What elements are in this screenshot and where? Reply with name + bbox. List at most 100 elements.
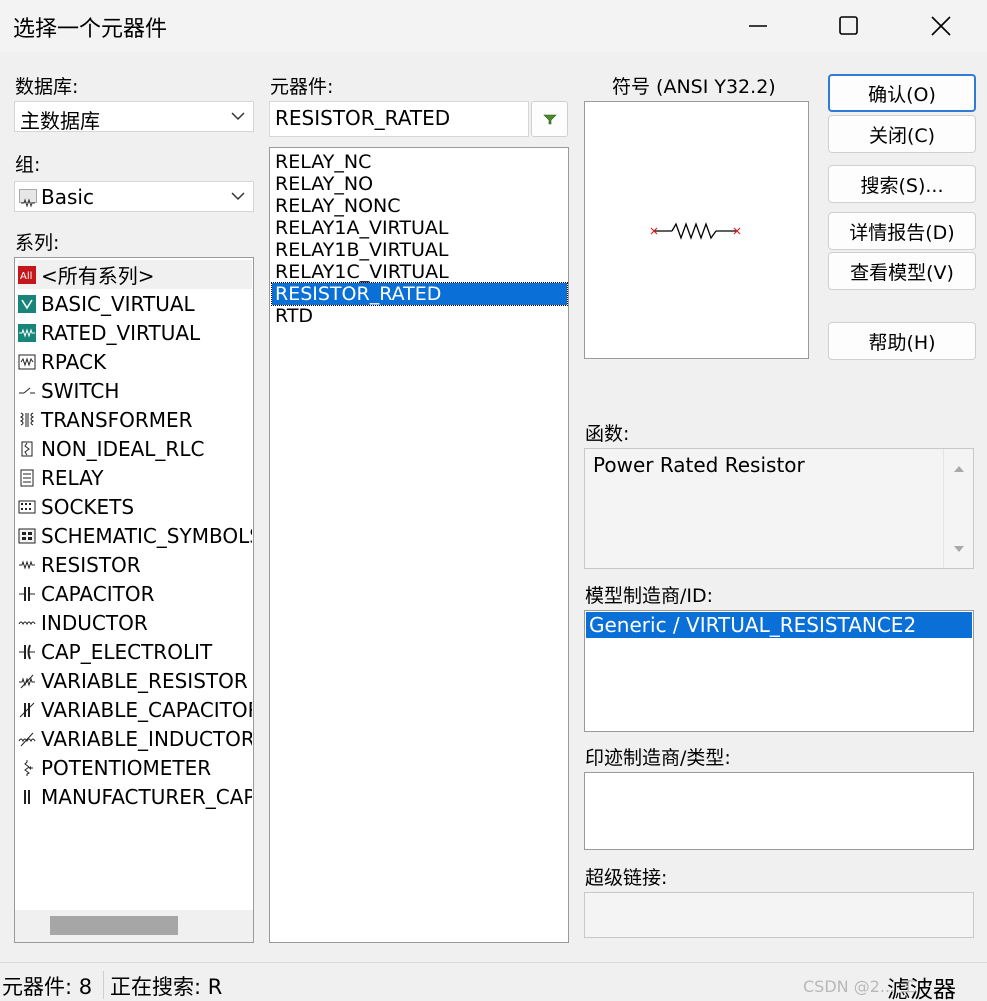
series-list[interactable]: All <所有系列> BASIC_VIRTUAL RATED_VIRTUAL RPACK… [14, 257, 254, 943]
close-button[interactable]: 关闭(C) [828, 115, 976, 153]
symbol-preview [584, 101, 809, 359]
list-item[interactable]: SCHEMATIC_SYMBOLS [18, 521, 252, 550]
list-item[interactable]: BASIC_VIRTUAL [18, 289, 252, 318]
model-manufacturer-list[interactable]: Generic / VIRTUAL_RESISTANCE2 [584, 610, 974, 732]
close-window-button[interactable] [895, 0, 987, 52]
series-scrollbar[interactable] [15, 910, 253, 942]
series-item-label: VARIABLE_INDUCTOR [41, 726, 252, 751]
help-button[interactable]: 帮助(H) [828, 322, 976, 360]
rpack-icon [18, 353, 36, 371]
series-item-label: POTENTIOMETER [41, 755, 212, 780]
list-item[interactable]: SWITCH [18, 376, 252, 405]
component-list[interactable]: RELAY_NC RELAY_NO RELAY_NONC RELAY1A_VIRTUA… [269, 147, 569, 943]
list-item[interactable]: VARIABLE_RESISTOR [18, 666, 252, 695]
hyperlink-label: 超级链接: [585, 867, 668, 889]
scroll-up-icon [954, 466, 964, 472]
list-item[interactable]: RPACK [18, 347, 252, 376]
search-button[interactable]: 搜索(S)... [828, 165, 976, 203]
list-item[interactable]: VARIABLE_INDUCTOR [18, 724, 252, 753]
list-item[interactable]: RESISTOR [18, 550, 252, 579]
scrollbar-thumb[interactable] [50, 916, 178, 935]
list-item[interactable]: RELAY1A_VIRTUAL [272, 217, 567, 239]
list-item[interactable]: RTD [272, 305, 567, 327]
list-item[interactable]: MANUFACTURER_CAPACITOR [18, 782, 252, 811]
group-select[interactable]: Basic [14, 181, 254, 212]
list-item[interactable]: POTENTIOMETER [18, 753, 252, 782]
series-item-label: <所有系列> [41, 264, 155, 288]
list-item[interactable]: Generic / VIRTUAL_RESISTANCE2 [586, 612, 972, 638]
ok-button[interactable]: 确认(O) [828, 74, 976, 112]
inductor-icon [18, 614, 36, 632]
non-ideal-rlc-icon [18, 440, 36, 458]
manufacturer-capacitor-icon [18, 788, 36, 806]
schematic-symbols-icon [18, 527, 36, 545]
list-item[interactable]: All <所有系列> [18, 260, 252, 289]
list-item[interactable]: RATED_VIRTUAL [18, 318, 252, 347]
maximize-button[interactable] [803, 0, 895, 52]
list-item[interactable]: RELAY_NO [272, 173, 567, 195]
series-item-label: RATED_VIRTUAL [41, 320, 201, 345]
group-label: 组: [15, 154, 41, 176]
list-item[interactable]: INDUCTOR [18, 608, 252, 637]
status-searching: 正在搜索: R [110, 975, 223, 999]
footprint-list[interactable] [584, 772, 974, 850]
list-item[interactable]: RELAY1B_VIRTUAL [272, 239, 567, 261]
list-item[interactable]: VARIABLE_CAPACITOR [18, 695, 252, 724]
list-item[interactable]: TRANSFORMER [18, 405, 252, 434]
series-item-label: SWITCH [41, 378, 120, 403]
rated-virtual-icon [18, 323, 36, 342]
detail-report-button[interactable]: 详情报告(D) [828, 212, 976, 250]
component-search-input[interactable]: RESISTOR_RATED [269, 101, 529, 137]
series-item-label: VARIABLE_CAPACITOR [41, 697, 252, 722]
list-item[interactable]: RELAY_NONC [272, 195, 567, 217]
chevron-down-icon [231, 192, 245, 201]
footprint-label: 印迹制造商/类型: [585, 747, 731, 769]
list-item[interactable]: RELAY [18, 463, 252, 492]
window-title: 选择一个元器件 [13, 17, 168, 42]
database-value: 主数据库 [20, 109, 100, 133]
transformer-icon [18, 411, 36, 429]
all-series-icon: All [18, 265, 36, 284]
list-item[interactable]: RELAY1C_VIRTUAL [272, 261, 567, 283]
resistor-icon [18, 556, 36, 574]
list-item[interactable]: CAPACITOR [18, 579, 252, 608]
model-manufacturer-label: 模型制造商/ID: [585, 585, 714, 607]
series-item-label: VARIABLE_RESISTOR [41, 668, 248, 693]
resistor-symbol-icon [650, 222, 741, 240]
component-label: 元器件: [270, 76, 334, 98]
series-item-label: RPACK [41, 349, 107, 374]
variable-inductor-icon [18, 730, 36, 748]
list-item[interactable]: SOCKETS [18, 492, 252, 521]
list-item[interactable]: CAP_ELECTROLIT [18, 637, 252, 666]
select-component-dialog: 选择一个元器件 数据库: 主数据库 组: Basic 系列: All <所有系列>… [0, 0, 987, 1001]
list-item[interactable]: RESISTOR_RATED [271, 282, 568, 306]
series-item-label: RESISTOR [41, 552, 141, 577]
symbol-label: 符号 (ANSI Y32.2) [612, 76, 776, 98]
series-item-label: CAP_ELECTROLIT [41, 639, 213, 664]
view-model-button[interactable]: 查看模型(V) [828, 252, 976, 290]
series-item-label: SCHEMATIC_SYMBOLS [41, 523, 252, 548]
svg-text:All: All [20, 271, 32, 282]
list-item[interactable]: RELAY_NC [272, 151, 567, 173]
series-item-label: TRANSFORMER [41, 407, 193, 432]
status-component-count: 元器件: 8 [2, 971, 104, 999]
series-item-label: RELAY [41, 465, 104, 490]
chevron-down-icon [231, 112, 245, 121]
database-select[interactable]: 主数据库 [14, 101, 254, 133]
cap-electrolit-icon [18, 643, 36, 661]
filter-icon [542, 114, 557, 125]
series-item-label: INDUCTOR [41, 610, 148, 635]
watermark: CSDN @2... 工 [803, 977, 917, 996]
scroll-down-icon [954, 546, 964, 552]
capacitor-icon [18, 585, 36, 603]
function-scrollbar[interactable] [943, 449, 973, 568]
variable-capacitor-icon [18, 701, 36, 719]
component-filter-button[interactable] [531, 101, 568, 137]
list-item[interactable]: NON_IDEAL_RLC [18, 434, 252, 463]
function-value: Power Rated Resistor [593, 453, 805, 477]
minimize-button[interactable] [712, 0, 804, 52]
series-item-label: BASIC_VIRTUAL [41, 291, 195, 316]
hyperlink-box [584, 892, 974, 938]
basic-virtual-icon [18, 294, 36, 313]
sockets-icon [18, 498, 36, 516]
